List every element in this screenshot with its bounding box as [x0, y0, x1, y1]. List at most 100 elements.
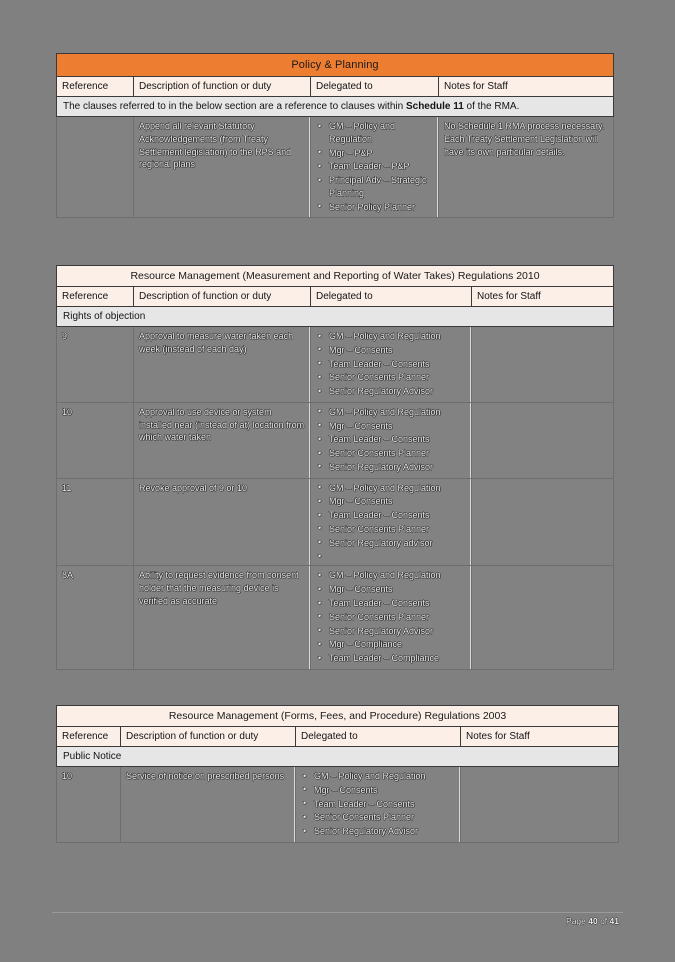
column-header-reference: Reference — [56, 76, 134, 97]
delegated-list: GM – Policy and Regulation Mgr – Consent… — [316, 330, 466, 398]
cell-delegated-to: GM – Policy and Regulation Mgr – Consent… — [310, 477, 472, 567]
cell-notes — [470, 477, 615, 567]
list-item: Senior Consents Planner — [316, 610, 466, 624]
cell-notes — [470, 326, 615, 403]
column-header-reference: Reference — [56, 726, 121, 747]
section-subheading: Public Notice — [55, 746, 620, 767]
list-item: GM – Policy and Regulation — [316, 120, 433, 146]
list-item: Team Leader – Compliance — [316, 652, 466, 665]
description-text: Revoke approval of 9 or 10 — [139, 482, 248, 493]
note-prefix: The clauses referred to in the below sec… — [63, 101, 406, 112]
table-row: 10 Approval to use device or system inst… — [56, 401, 615, 479]
list-item: Team Leader – Consents — [316, 433, 466, 446]
table-row: 9 Approval to measure water taken each w… — [56, 326, 615, 403]
table-row: 10 Service of notice on prescribed perso… — [56, 766, 620, 843]
cell-reference: 8A — [56, 565, 134, 670]
table-banner-row: Resource Management (Measurement and Rep… — [55, 265, 615, 287]
list-item: Senior Regulatory Advisor — [316, 385, 466, 398]
cell-delegated-to: GM – Policy and Regulation Mgr – Consent… — [310, 401, 472, 479]
cell-delegated-to: GM – Policy and Regulation Mgr – P&P Tea… — [310, 115, 439, 219]
list-item: Senior Consents Planner — [301, 811, 455, 824]
list-item: GM – Policy and Regulation — [316, 405, 466, 419]
list-item: GM – Policy and Regulation — [316, 330, 466, 343]
table-column-header-row: Reference Description of function or dut… — [56, 76, 614, 97]
cell-notes: No Schedule 1 RMA process necessary. Eac… — [438, 115, 614, 219]
table-banner-row: Policy & Planning — [56, 53, 614, 77]
list-item: Senior Regulatory advisor — [316, 536, 466, 550]
description-text: Append all relevant Statutory Acknowledg… — [139, 121, 292, 170]
cell-delegated-to: GM – Policy and Regulation Mgr – Consent… — [310, 326, 472, 403]
table-banner-title: Resource Management (Forms, Fees, and Pr… — [55, 705, 620, 727]
table-forms-fees-procedure-regulations-2003: Resource Management (Forms, Fees, and Pr… — [55, 705, 620, 843]
list-item: GM – Policy and Regulation — [316, 569, 466, 582]
list-item: Team Leader – Consents — [301, 797, 455, 811]
footer-total-pages: 41 — [609, 916, 619, 926]
cell-delegated-to: GM – Policy and Regulation Mgr – Consent… — [295, 766, 461, 843]
list-item: GM – Policy and Regulation — [316, 481, 466, 495]
cell-notes — [470, 565, 615, 670]
cell-notes — [470, 401, 615, 479]
delegated-list: GM – Policy and Regulation Mgr – P&P Tea… — [316, 120, 433, 213]
cell-description: Approval to use device or system install… — [133, 401, 311, 479]
table-column-header-row: Reference Description of function or dut… — [56, 726, 620, 747]
column-header-description: Description of function or duty — [133, 76, 311, 97]
note-bold-schedule: Schedule 11 — [405, 101, 464, 112]
list-item: Team Leader – Consents — [316, 597, 466, 610]
list-item: Mgr – Consents — [316, 419, 466, 433]
cell-description: Approval to measure water taken each wee… — [133, 326, 311, 403]
footer-middle: of — [597, 916, 610, 926]
cell-description: Service of notice on prescribed persons — [120, 766, 296, 843]
description-text: Service of notice on prescribed persons — [126, 771, 285, 781]
list-item: Mgr – Consents — [316, 343, 466, 357]
column-header-notes-for-staff: Notes for Staff — [459, 726, 620, 747]
table-subhead-row: Rights of objection — [55, 306, 615, 327]
table-row: Append all relevant Statutory Acknowledg… — [56, 115, 614, 219]
column-header-description: Description of function or duty — [120, 726, 296, 747]
schedule-reference-note: The clauses referred to in the below sec… — [56, 96, 614, 117]
list-item: Senior Regulatory Advisor — [316, 624, 466, 638]
cell-reference: 9 — [56, 326, 134, 403]
table-policy-planning: Policy & Planning Reference Description … — [56, 53, 614, 219]
list-item: Senior Consents Planner — [316, 522, 466, 536]
list-item: Senior Consents Planner — [316, 371, 466, 384]
note-suffix: of the RMA. — [463, 101, 520, 112]
table-row: 8A Ability to request evidence from cons… — [56, 565, 615, 670]
cell-delegated-to: GM – Policy and Regulation Mgr – Consent… — [310, 565, 472, 670]
list-item: GM – Policy and Regulation — [301, 770, 455, 783]
list-item: Mgr – Consents — [316, 583, 466, 596]
list-item: Mgr – P&P — [316, 146, 433, 160]
column-header-reference: Reference — [56, 286, 134, 307]
list-item: Team Leader – Consents — [316, 509, 466, 522]
table-subhead-row: Public Notice — [55, 746, 620, 767]
column-header-notes-for-staff: Notes for Staff — [470, 286, 615, 307]
delegated-list: GM – Policy and Regulation Mgr – Consent… — [316, 405, 466, 474]
list-item: Senior Regulatory Advisor — [301, 825, 455, 838]
table-banner-row: Resource Management (Forms, Fees, and Pr… — [55, 705, 620, 727]
cell-reference: 10 — [56, 766, 121, 843]
cell-reference — [56, 115, 134, 219]
list-item: Team Leader – P&P — [316, 160, 433, 173]
table-column-header-row: Reference Description of function or dut… — [56, 286, 615, 307]
list-item: Team Leader – Consents — [316, 357, 466, 371]
list-item — [316, 550, 466, 563]
list-item: Senior Consents Planner — [316, 447, 466, 460]
page-number-footer: Page 40 of 41 — [566, 916, 619, 926]
cell-description: Append all relevant Statutory Acknowledg… — [133, 115, 311, 219]
column-header-notes-for-staff: Notes for Staff — [438, 76, 614, 97]
table-banner-title: Resource Management (Measurement and Rep… — [55, 265, 615, 287]
footer-current-page: 40 — [588, 916, 598, 926]
list-item: Senior Policy Planner — [316, 200, 433, 214]
document-page: Policy & Planning Reference Description … — [0, 0, 675, 962]
cell-description: Revoke approval of 9 or 10 — [133, 477, 311, 567]
cell-notes — [459, 766, 620, 843]
delegated-list: GM – Policy and Regulation Mgr – Consent… — [301, 770, 455, 838]
footer-divider — [52, 912, 623, 913]
table-note-row: The clauses referred to in the below sec… — [56, 96, 614, 117]
list-item: Mgr – Compliance — [316, 638, 466, 651]
cell-reference: 10 — [56, 401, 134, 479]
table-banner-title: Policy & Planning — [56, 53, 614, 77]
description-text: Approval to measure water taken each wee… — [139, 331, 294, 354]
delegated-list: GM – Policy and Regulation Mgr – Consent… — [316, 481, 466, 563]
list-item: Principal Adv – Strategic Planning — [316, 174, 433, 200]
delegated-list: GM – Policy and Regulation Mgr – Consent… — [316, 569, 466, 664]
